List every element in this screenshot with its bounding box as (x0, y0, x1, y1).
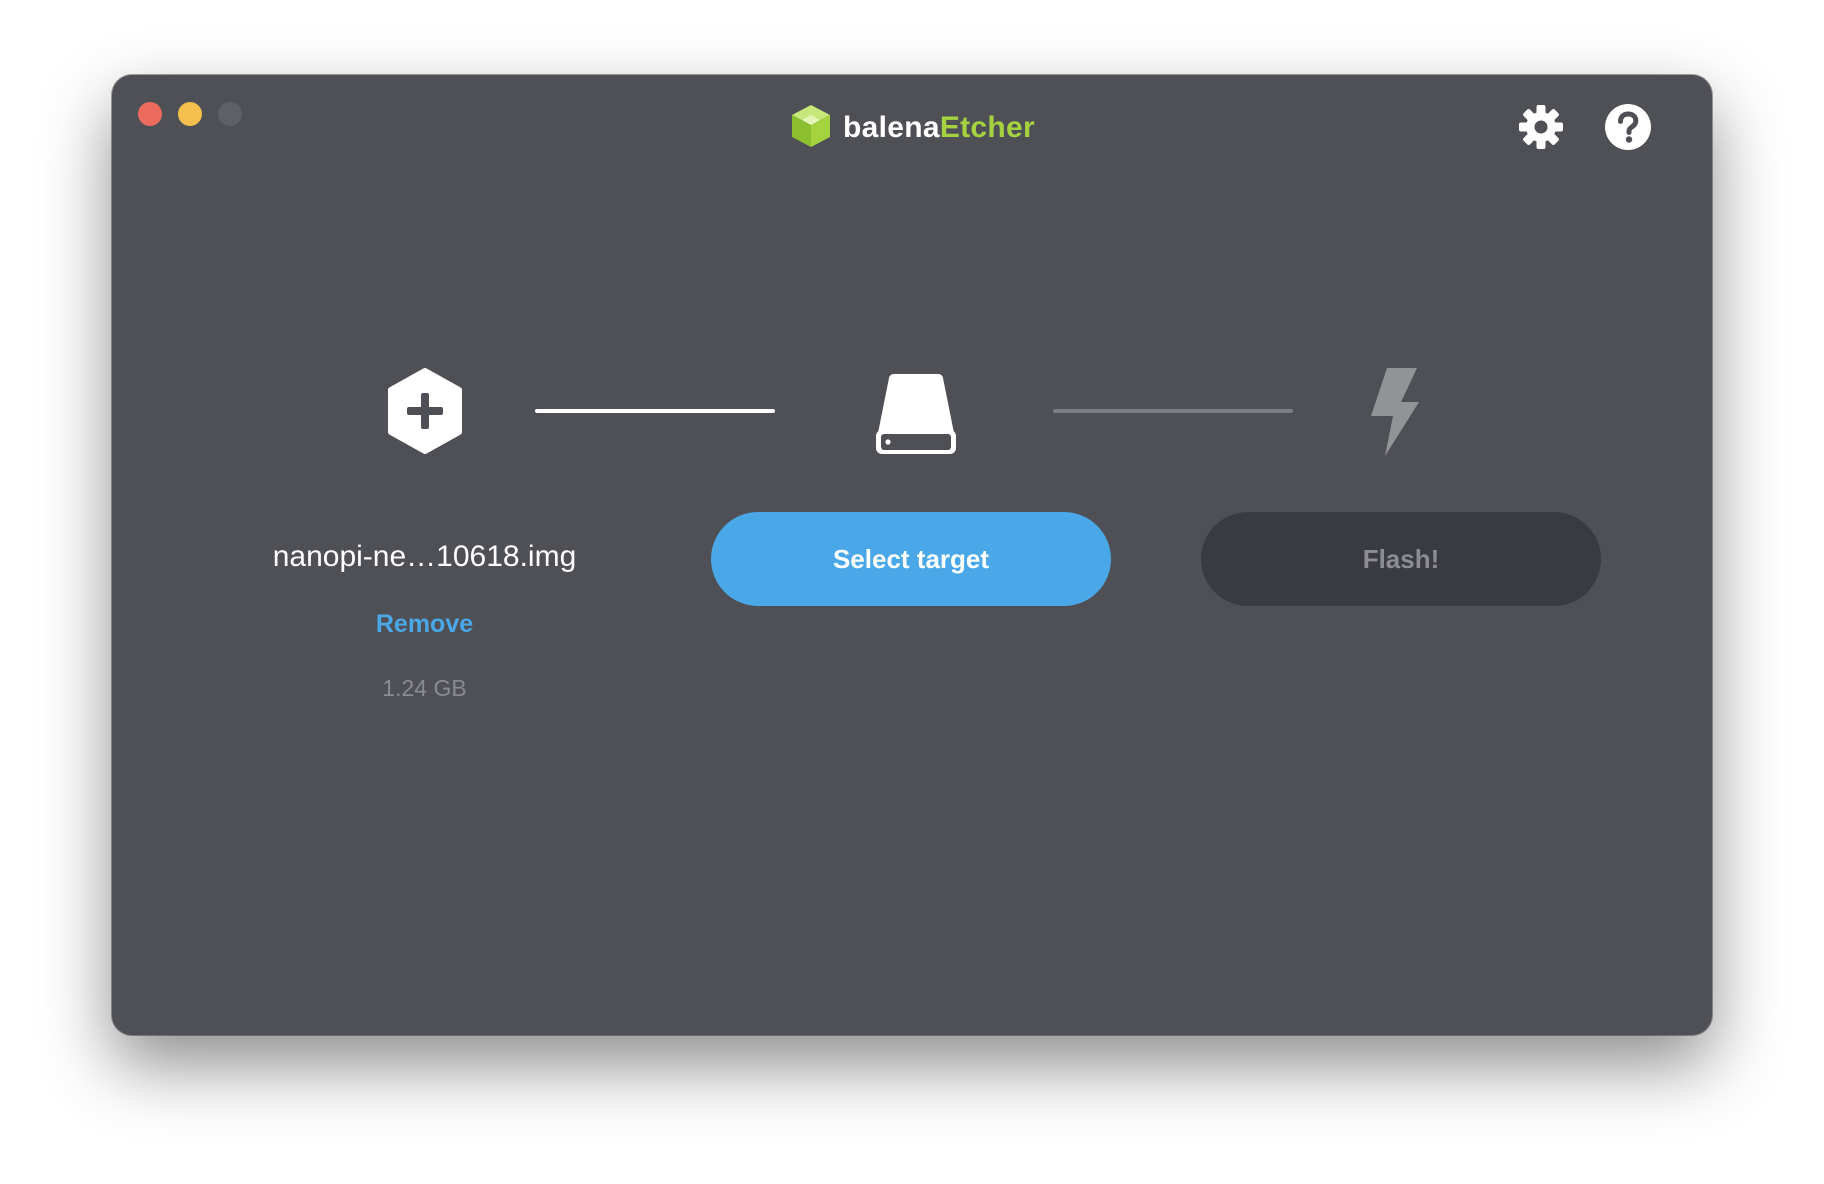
plus-hexagon-icon (382, 367, 468, 459)
brand-name: balena Etcher (843, 111, 1035, 145)
remove-image-link[interactable]: Remove (232, 610, 617, 639)
app-window: balena Etcher nanopi-ne…10618.img Remove… (112, 75, 1712, 1035)
brand-name-part2: Etcher (939, 111, 1035, 144)
step-connector-1 (535, 409, 775, 413)
settings-button[interactable] (1515, 103, 1567, 155)
brand-name-part1: balena (842, 111, 940, 144)
help-button[interactable] (1602, 103, 1654, 155)
flash-step-icon (1359, 366, 1425, 463)
app-brand: balena Etcher (112, 103, 1712, 153)
selected-image-name: nanopi-ne…10618.img (272, 540, 577, 573)
question-circle-icon (1604, 103, 1652, 156)
selected-image-size: 1.24 GB (382, 675, 467, 701)
select-target-step-icon (871, 370, 961, 460)
select-target-button[interactable]: Select target (711, 512, 1111, 606)
step-connector-2 (1053, 409, 1293, 413)
drive-icon (871, 368, 961, 463)
select-image-step-icon[interactable] (382, 367, 468, 459)
gear-icon (1517, 103, 1565, 156)
flash-button[interactable]: Flash! (1201, 512, 1601, 606)
cube-logo-icon (789, 103, 833, 154)
lightning-bolt-icon (1359, 366, 1425, 463)
